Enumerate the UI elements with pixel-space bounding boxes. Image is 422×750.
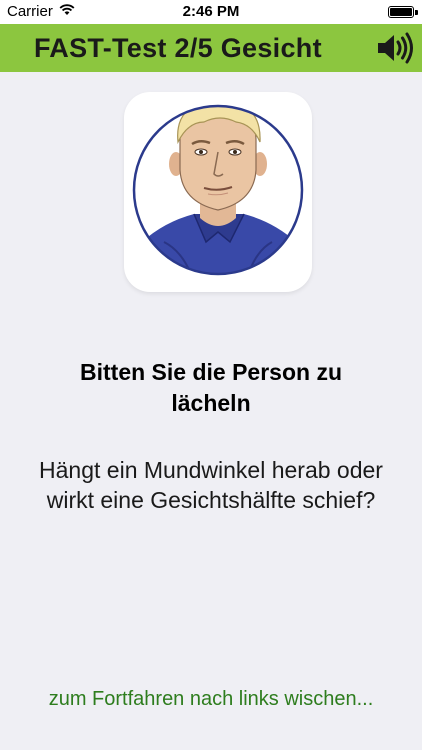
status-time: 2:46 PM	[182, 3, 240, 20]
status-bar: Carrier 2:46 PM	[0, 0, 422, 24]
page-title: FAST-Test 2/5 Gesicht	[34, 33, 322, 63]
speaker-icon[interactable]	[376, 32, 416, 64]
battery-tip	[415, 10, 418, 15]
face-illustration-card	[124, 92, 312, 292]
battery-icon	[388, 6, 414, 18]
header-bar: FAST-Test 2/5 Gesicht	[0, 24, 422, 72]
swipe-hint: zum Fortfahren nach links wischen...	[48, 688, 374, 710]
person-face-illustration	[132, 104, 304, 276]
instruction-heading: Bitten Sie die Person zu lächeln	[80, 359, 342, 416]
instruction-question: Hängt ein Mundwinkel herab oder wirkt ei…	[39, 457, 383, 513]
